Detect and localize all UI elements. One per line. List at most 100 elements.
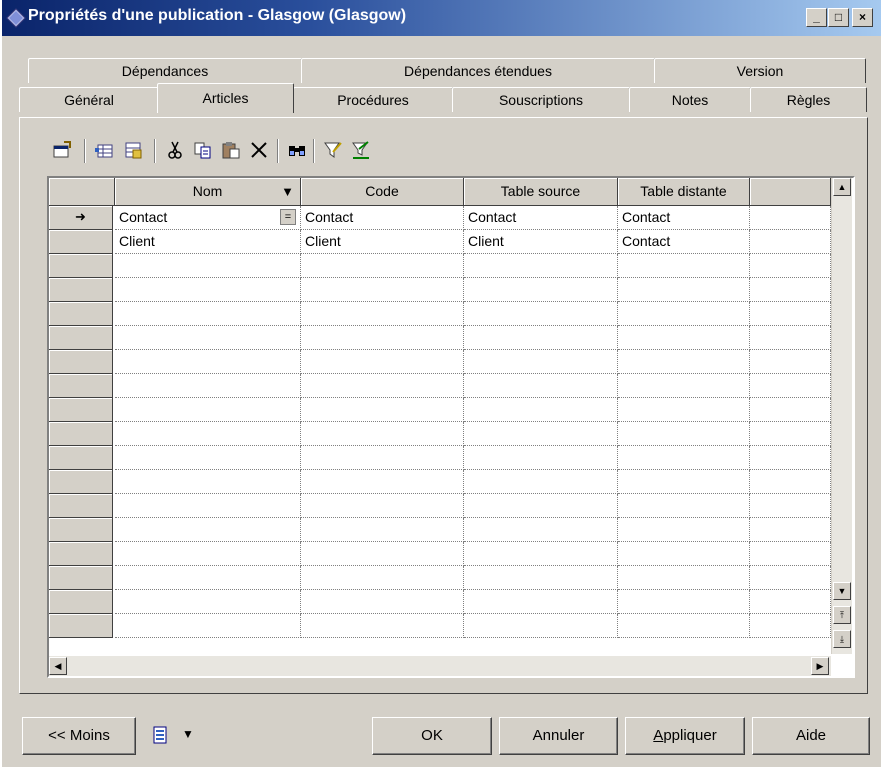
column-header-table-distante[interactable]: Table distante	[618, 178, 750, 206]
empty-cell[interactable]	[750, 590, 831, 614]
empty-cell[interactable]	[750, 278, 831, 302]
row-header[interactable]	[49, 398, 113, 422]
empty-cell[interactable]	[750, 326, 831, 350]
row-header[interactable]	[49, 278, 113, 302]
find-icon[interactable]	[286, 139, 308, 161]
empty-cell[interactable]	[115, 518, 301, 542]
row-header[interactable]	[49, 470, 113, 494]
empty-cell[interactable]	[301, 542, 464, 566]
tab-dependances-etendues[interactable]: Dépendances étendues	[301, 58, 655, 83]
empty-cell[interactable]	[464, 422, 618, 446]
tab-notes[interactable]: Notes	[629, 87, 751, 112]
empty-cell[interactable]	[115, 374, 301, 398]
empty-cell[interactable]	[301, 350, 464, 374]
chevron-down-icon[interactable]: ▼	[182, 727, 194, 741]
empty-cell[interactable]	[618, 326, 750, 350]
copy-icon[interactable]	[192, 139, 214, 161]
empty-cell[interactable]	[301, 302, 464, 326]
empty-cell[interactable]	[464, 350, 618, 374]
tab-souscriptions[interactable]: Souscriptions	[452, 87, 630, 112]
empty-cell[interactable]	[750, 446, 831, 470]
empty-cell[interactable]	[618, 302, 750, 326]
empty-cell[interactable]	[301, 518, 464, 542]
empty-cell[interactable]	[464, 494, 618, 518]
cell-table-source[interactable]: Client	[464, 230, 618, 254]
empty-cell[interactable]	[618, 422, 750, 446]
empty-cell[interactable]	[464, 302, 618, 326]
column-header-extra[interactable]	[750, 178, 831, 206]
row-header[interactable]	[49, 542, 113, 566]
help-button[interactable]: Aide	[752, 717, 870, 755]
scroll-up-arrow-icon[interactable]: ▲	[833, 178, 851, 196]
scroll-bottom-icon[interactable]: ⤓	[833, 630, 851, 648]
empty-cell[interactable]	[464, 278, 618, 302]
close-button[interactable]: ×	[852, 8, 873, 27]
empty-cell[interactable]	[115, 494, 301, 518]
cell-extra[interactable]	[750, 206, 831, 230]
empty-cell[interactable]	[301, 398, 464, 422]
scroll-left-arrow-icon[interactable]: ◀	[49, 657, 67, 675]
cancel-button[interactable]: Annuler	[499, 717, 618, 755]
empty-cell[interactable]	[464, 374, 618, 398]
row-header[interactable]	[49, 422, 113, 446]
empty-cell[interactable]	[464, 518, 618, 542]
cell-table-distante[interactable]: Contact	[618, 206, 750, 230]
empty-cell[interactable]	[115, 542, 301, 566]
row-header[interactable]	[49, 614, 113, 638]
empty-cell[interactable]	[750, 566, 831, 590]
empty-cell[interactable]	[618, 398, 750, 422]
cell-table-distante[interactable]: Contact	[618, 230, 750, 254]
row-header[interactable]	[49, 374, 113, 398]
tab-articles[interactable]: Articles	[157, 83, 294, 113]
column-header-nom[interactable]: Nom ▼	[115, 178, 301, 206]
empty-cell[interactable]	[115, 590, 301, 614]
empty-cell[interactable]	[750, 422, 831, 446]
sort-arrow-icon[interactable]: ▼	[281, 178, 294, 205]
grid-corner[interactable]	[49, 178, 115, 206]
maximize-button[interactable]: □	[828, 8, 849, 27]
empty-cell[interactable]	[464, 566, 618, 590]
empty-cell[interactable]	[301, 326, 464, 350]
empty-cell[interactable]	[464, 590, 618, 614]
empty-cell[interactable]	[301, 254, 464, 278]
row-header[interactable]	[49, 326, 113, 350]
cell-extra[interactable]	[750, 230, 831, 254]
empty-cell[interactable]	[464, 398, 618, 422]
tab-regles[interactable]: Règles	[750, 87, 867, 112]
tab-dependances[interactable]: Dépendances	[28, 58, 302, 83]
empty-cell[interactable]	[618, 446, 750, 470]
empty-cell[interactable]	[115, 302, 301, 326]
row-header[interactable]	[49, 590, 113, 614]
row-header[interactable]	[49, 518, 113, 542]
tab-general[interactable]: Général	[19, 87, 159, 112]
delete-icon[interactable]	[248, 139, 270, 161]
empty-cell[interactable]	[115, 350, 301, 374]
empty-cell[interactable]	[750, 374, 831, 398]
vertical-scrollbar[interactable]: ▲ ▼ ⤒ ⤓	[831, 178, 852, 654]
row-header[interactable]	[49, 350, 113, 374]
empty-cell[interactable]	[750, 542, 831, 566]
title-bar[interactable]: Propriétés d'une publication - Glasgow (…	[2, 0, 881, 36]
empty-cell[interactable]	[115, 422, 301, 446]
row-header[interactable]	[49, 566, 113, 590]
empty-cell[interactable]	[750, 302, 831, 326]
empty-cell[interactable]	[115, 446, 301, 470]
empty-cell[interactable]	[750, 254, 831, 278]
empty-cell[interactable]	[618, 494, 750, 518]
cell-code[interactable]: Client	[301, 230, 464, 254]
scroll-right-arrow-icon[interactable]: ▶	[811, 657, 829, 675]
empty-cell[interactable]	[464, 614, 618, 638]
empty-cell[interactable]	[750, 518, 831, 542]
empty-cell[interactable]	[464, 446, 618, 470]
edit-ellipsis-button[interactable]: =	[280, 209, 296, 225]
empty-cell[interactable]	[301, 614, 464, 638]
empty-cell[interactable]	[301, 374, 464, 398]
empty-cell[interactable]	[301, 566, 464, 590]
horizontal-scrollbar[interactable]: ◀ ▶	[49, 656, 831, 676]
empty-cell[interactable]	[750, 494, 831, 518]
row-header[interactable]	[49, 494, 113, 518]
cell-nom[interactable]: Contact =	[115, 206, 301, 230]
filter-icon[interactable]	[322, 139, 344, 161]
row-header[interactable]: ➜	[49, 206, 113, 230]
empty-cell[interactable]	[750, 398, 831, 422]
